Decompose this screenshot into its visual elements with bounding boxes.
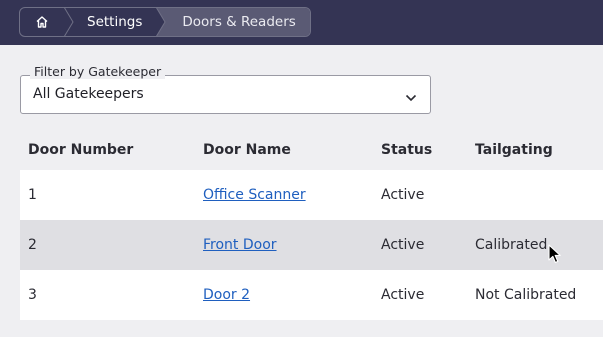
door-number-cell: 1 xyxy=(28,187,37,203)
top-bar: Settings Doors & Readers xyxy=(0,0,603,45)
doors-table: Door Number Door Name Status Tailgating … xyxy=(20,130,603,320)
filter-selected-value: All Gatekeepers xyxy=(33,86,144,102)
gatekeeper-filter-select[interactable]: All Gatekeepers xyxy=(20,75,431,114)
table-row[interactable]: 1 Office Scanner Active xyxy=(20,170,603,220)
breadcrumb-home[interactable] xyxy=(20,8,64,36)
door-name-link[interactable]: Office Scanner xyxy=(203,187,306,203)
tailgating-cell: Calibrated xyxy=(475,237,548,253)
home-icon xyxy=(35,15,49,29)
filter-label: Filter by Gatekeeper xyxy=(30,64,166,79)
chevron-down-icon xyxy=(405,89,417,108)
status-cell: Active xyxy=(381,187,425,203)
breadcrumb-settings[interactable]: Settings xyxy=(74,8,156,36)
breadcrumb: Settings Doors & Readers xyxy=(19,7,311,37)
door-number-cell: 2 xyxy=(28,237,37,253)
table-row[interactable]: 3 Door 2 Active Not Calibrated xyxy=(20,270,603,320)
column-header-door-name[interactable]: Door Name xyxy=(195,142,373,158)
status-cell: Active xyxy=(381,287,425,303)
column-header-door-number[interactable]: Door Number xyxy=(20,142,195,158)
column-header-status[interactable]: Status xyxy=(373,142,467,158)
breadcrumb-doors-readers: Doors & Readers xyxy=(166,8,310,36)
tailgating-cell: Not Calibrated xyxy=(475,287,577,303)
mouse-cursor-icon xyxy=(548,244,562,268)
table-header: Door Number Door Name Status Tailgating xyxy=(20,130,603,170)
breadcrumb-separator xyxy=(156,8,167,36)
table-row[interactable]: 2 Front Door Active Calibrated xyxy=(20,220,603,270)
column-header-tailgating[interactable]: Tailgating xyxy=(467,142,603,158)
door-number-cell: 3 xyxy=(28,287,37,303)
status-cell: Active xyxy=(381,237,425,253)
breadcrumb-separator xyxy=(64,8,74,36)
door-name-link[interactable]: Front Door xyxy=(203,237,277,253)
door-name-link[interactable]: Door 2 xyxy=(203,287,250,303)
